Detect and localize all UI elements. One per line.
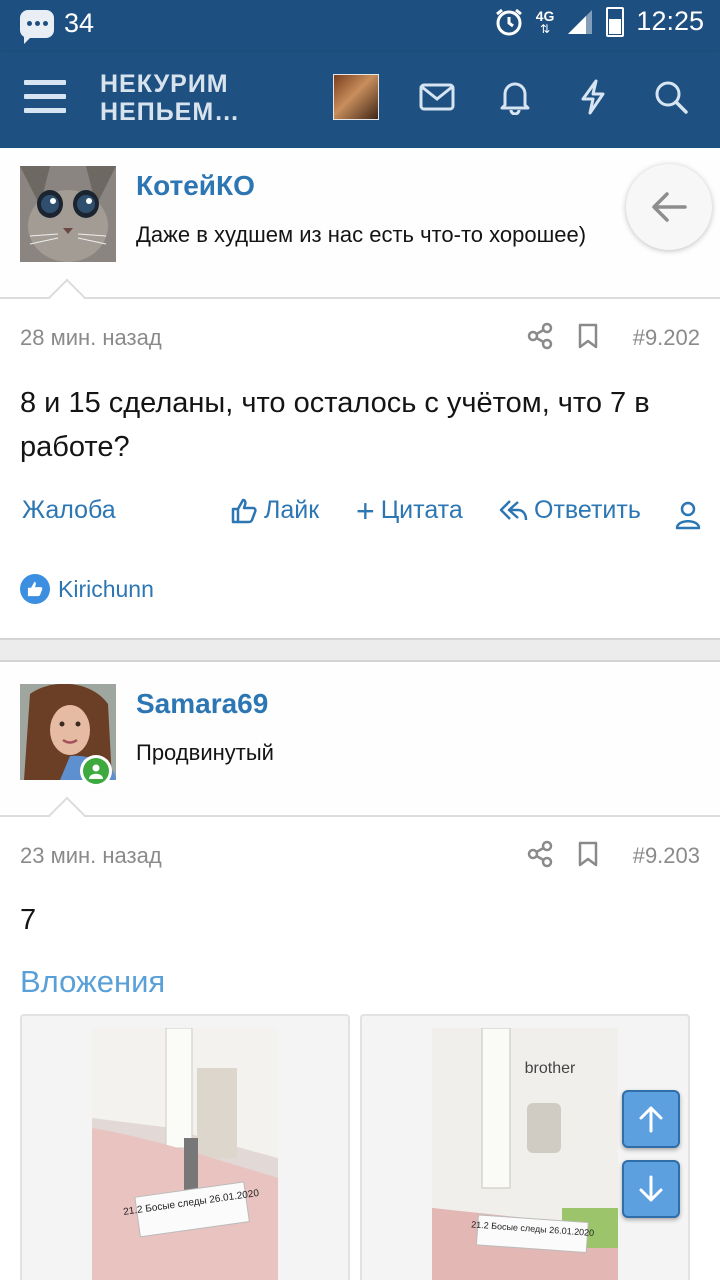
- arrow-down-icon: [639, 1175, 663, 1202]
- thumbs-up-icon: [231, 498, 257, 523]
- bell-icon[interactable]: [492, 74, 538, 120]
- post-body: 7: [20, 904, 37, 936]
- status-bar: 34 4G ⇅ 12:25: [0, 0, 720, 52]
- online-status-icon: [80, 755, 112, 787]
- account-avatar[interactable]: [333, 74, 379, 120]
- user-avatar[interactable]: [20, 166, 116, 262]
- post-actions: Жалоба Лайк + Цитата Ответить: [0, 492, 720, 536]
- bookmark-icon[interactable]: [574, 840, 602, 868]
- quote-label: Цитата: [380, 496, 463, 524]
- divider: [0, 297, 720, 299]
- alarm-icon: [495, 8, 522, 35]
- reply-icon: [499, 499, 528, 520]
- user-title: Даже в худшем из нас есть что-то хорошее…: [136, 222, 587, 247]
- chat-notification-icon: [20, 9, 54, 44]
- post-number[interactable]: #9.202: [633, 325, 700, 351]
- attachments-title: Вложения: [20, 964, 166, 999]
- post-body: 8 и 15 сделаны, что осталось с учётом, ч…: [20, 387, 650, 463]
- search-icon[interactable]: [648, 74, 694, 120]
- bookmark-icon[interactable]: [574, 322, 602, 350]
- like-badge-icon: [20, 574, 50, 604]
- notification-count: 34: [64, 8, 95, 38]
- post-author-block: Samara69 Продвинутый: [0, 664, 720, 814]
- scroll-up-button[interactable]: [622, 1090, 680, 1148]
- username[interactable]: Samara69: [136, 688, 268, 720]
- attachment-image: brother 21.2 Босые следы 26.01.2020: [432, 1028, 618, 1280]
- share-icon[interactable]: [526, 840, 554, 868]
- menu-icon[interactable]: [24, 80, 66, 116]
- post-time[interactable]: 28 мин. назад: [20, 325, 162, 351]
- arrow-up-icon: [639, 1106, 663, 1133]
- post-time[interactable]: 23 мин. назад: [20, 843, 162, 869]
- clock: 12:25: [636, 6, 704, 36]
- like-label: Лайк: [264, 496, 320, 524]
- app-header: НЕКУРИМ НЕПЬЕМ…: [0, 52, 720, 148]
- post-separator: [0, 638, 720, 662]
- reply-button[interactable]: Ответить: [498, 496, 641, 525]
- signal-icon: [568, 9, 593, 34]
- post-author-block: КотейКО Даже в худшем из нас есть что-то…: [0, 148, 720, 298]
- attachment-thumbnail[interactable]: 21.2 Босые следы 26.01.2020: [20, 1014, 350, 1280]
- divider: [0, 815, 720, 817]
- quote-button[interactable]: + Цитата: [356, 492, 463, 529]
- attachment-image: 21.2 Босые следы 26.01.2020: [92, 1028, 278, 1280]
- network-type: 4G: [535, 7, 555, 24]
- post-number[interactable]: #9.203: [633, 843, 700, 869]
- username[interactable]: КотейКО: [136, 170, 255, 202]
- liked-by[interactable]: Kirichunn: [58, 576, 154, 603]
- plus-icon: +: [356, 492, 375, 529]
- site-logo[interactable]: НЕКУРИМ НЕПЬЕМ…: [100, 70, 240, 126]
- user-icon[interactable]: [674, 500, 702, 530]
- share-icon[interactable]: [526, 322, 554, 350]
- lightning-icon[interactable]: [570, 74, 616, 120]
- back-button[interactable]: [626, 164, 712, 250]
- brand-text: brother: [525, 1060, 576, 1077]
- like-button[interactable]: Лайк: [230, 496, 319, 525]
- battery-icon: [606, 6, 625, 37]
- user-title: Продвинутый: [136, 740, 274, 765]
- report-link[interactable]: Жалоба: [22, 496, 116, 525]
- scroll-down-button[interactable]: [622, 1160, 680, 1218]
- reply-label: Ответить: [534, 496, 641, 524]
- likes-bar: Kirichunn: [20, 574, 154, 604]
- inbox-icon[interactable]: [414, 74, 460, 120]
